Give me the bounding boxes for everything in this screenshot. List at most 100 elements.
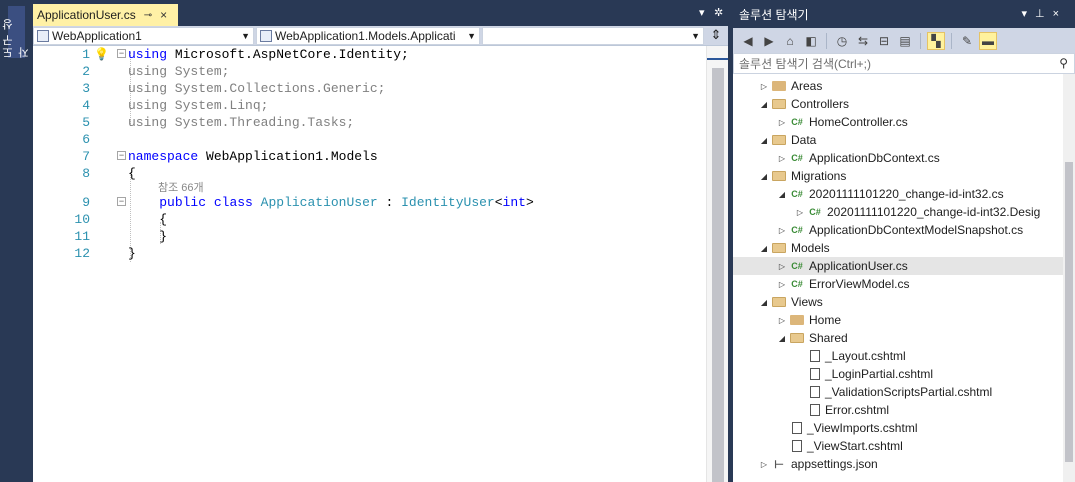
tree-item[interactable]: _ViewStart.cshtml: [733, 437, 1063, 455]
properties-wrench-icon[interactable]: ✎: [958, 32, 976, 50]
tree-item[interactable]: ▷ C# ApplicationDbContextModelSnapshot.cs: [733, 221, 1063, 239]
collapse-icon[interactable]: −: [117, 197, 126, 206]
forward-icon[interactable]: ▶: [760, 32, 778, 50]
tree-item-label: _ValidationScriptsPartial.cshtml: [825, 385, 993, 399]
tree-item[interactable]: ▷ C# ApplicationUser.cs: [733, 257, 1063, 275]
tree-item[interactable]: _LoginPartial.cshtml: [733, 365, 1063, 383]
tree-item-label: ApplicationUser.cs: [809, 259, 908, 273]
tree-item[interactable]: ◢ Data: [733, 131, 1063, 149]
tree-item[interactable]: ◢ Controllers: [733, 95, 1063, 113]
expanded-arrow-icon[interactable]: ◢: [759, 244, 769, 253]
chevron-down-icon: ▼: [467, 31, 476, 41]
tree-item[interactable]: ▷ C# ErrorViewModel.cs: [733, 275, 1063, 293]
home-icon[interactable]: ⌂: [781, 32, 799, 50]
dropdown-icon[interactable]: ▾: [1021, 8, 1035, 20]
tree-item-label: Controllers: [791, 97, 850, 111]
collapsed-arrow-icon[interactable]: ▷: [759, 82, 769, 91]
tree-item[interactable]: ◢ Models: [733, 239, 1063, 257]
tree-item[interactable]: ▷ Home: [733, 311, 1063, 329]
pin-icon[interactable]: ⊸: [144, 10, 152, 21]
sync-icon[interactable]: ⇆: [854, 32, 872, 50]
toolbox-tab[interactable]: 도구 상자: [3, 6, 31, 58]
tree-item[interactable]: ▷ C# HomeController.cs: [733, 113, 1063, 131]
scrollbar-thumb[interactable]: [712, 68, 724, 482]
tree-item-label: appsettings.json: [791, 457, 878, 471]
class-dropdown[interactable]: WebApplication1.Models.Applicati ▼: [256, 27, 480, 45]
tree-item-label: Shared: [809, 331, 848, 345]
tree-item[interactable]: ◢ Views: [733, 293, 1063, 311]
tree-item[interactable]: ▷ Areas: [733, 77, 1063, 95]
tree-scrollbar[interactable]: [1063, 74, 1075, 482]
project-name: WebApplication1: [52, 29, 142, 43]
document-tab-row: ApplicationUser.cs ⊸ × ▾ ✲: [33, 0, 728, 26]
close-icon[interactable]: ×: [160, 8, 167, 22]
json-file-icon: ⊢: [774, 458, 784, 471]
tree-item-label: HomeController.cs: [809, 115, 908, 129]
tree-item-label: ApplicationDbContext.cs: [809, 151, 940, 165]
collapsed-arrow-icon[interactable]: ▷: [759, 460, 769, 469]
tree-item[interactable]: Error.cshtml: [733, 401, 1063, 419]
tree-item-label: _ViewStart.cshtml: [807, 439, 903, 453]
pin-icon[interactable]: ⊥: [1035, 8, 1053, 20]
split-window-icon[interactable]: ⇕: [706, 27, 726, 45]
tree-item[interactable]: ◢ C# 20201111101220_change-id-int32.cs: [733, 185, 1063, 203]
preview-selected-icon[interactable]: ▚: [927, 31, 945, 50]
project-dropdown[interactable]: WebApplication1 ▼: [33, 27, 254, 45]
line-number: 10: [74, 212, 90, 227]
back-icon[interactable]: ◀: [739, 32, 757, 50]
collapsed-arrow-icon[interactable]: ▷: [777, 118, 787, 127]
show-all-files-icon[interactable]: ▤: [896, 32, 914, 50]
collapsed-arrow-icon[interactable]: ▷: [777, 154, 787, 163]
collapsed-arrow-icon[interactable]: ▷: [777, 262, 787, 271]
expanded-arrow-icon[interactable]: ◢: [759, 100, 769, 109]
csharp-project-icon: [37, 30, 49, 42]
search-icon[interactable]: ⚲: [1059, 56, 1068, 70]
expanded-arrow-icon[interactable]: ◢: [759, 298, 769, 307]
csharp-file-icon: C#: [791, 189, 803, 199]
collapsed-arrow-icon[interactable]: ▷: [777, 226, 787, 235]
pending-changes-filter-icon[interactable]: ◷: [833, 32, 851, 50]
lightbulb-icon[interactable]: 💡: [94, 47, 109, 61]
collapse-icon[interactable]: −: [117, 151, 126, 160]
tree-item-label: _ViewImports.cshtml: [807, 421, 918, 435]
scrollbar-thumb[interactable]: [1065, 162, 1073, 462]
vertical-scrollbar[interactable]: [706, 46, 729, 482]
solution-explorer: 솔루션 탐색기 ▾⊥× ◀ ▶ ⌂ ◧ ◷ ⇆ ⊟ ▤ ▚ ✎ ▬ 솔루션 탐색…: [733, 0, 1075, 482]
tree-item[interactable]: _Layout.cshtml: [733, 347, 1063, 365]
collapse-icon[interactable]: −: [117, 49, 126, 58]
tree-item[interactable]: ▷ ⊢ appsettings.json: [733, 455, 1063, 473]
tree-item-label: Areas: [791, 79, 823, 93]
tab-applicationuser-cs[interactable]: ApplicationUser.cs ⊸ ×: [33, 4, 178, 26]
solution-search-input[interactable]: 솔루션 탐색기 검색(Ctrl+;) ⚲: [733, 53, 1075, 74]
collapsed-arrow-icon[interactable]: ▷: [777, 316, 787, 325]
csharp-file-icon: C#: [791, 225, 803, 235]
tree-item[interactable]: _ValidationScriptsPartial.cshtml: [733, 383, 1063, 401]
member-dropdown[interactable]: ▼: [482, 27, 704, 45]
expanded-arrow-icon[interactable]: ◢: [777, 190, 787, 199]
expanded-arrow-icon[interactable]: ◢: [759, 172, 769, 181]
close-icon[interactable]: ×: [1053, 8, 1067, 20]
switch-views-icon[interactable]: ◧: [802, 32, 820, 50]
type-name: ApplicationUser: [260, 195, 378, 210]
line-number: 5: [82, 115, 90, 130]
tab-title: ApplicationUser.cs: [37, 8, 136, 22]
tree-item[interactable]: ◢ Shared: [733, 329, 1063, 347]
tree-item[interactable]: ▷ C# 20201111101220_change-id-int32.Desig: [733, 203, 1063, 221]
tree-item-label: ApplicationDbContextModelSnapshot.cs: [809, 223, 1024, 237]
code-text: using System;: [128, 64, 230, 79]
tab-list-dropdown-icon[interactable]: ▾: [699, 6, 705, 19]
expanded-arrow-icon[interactable]: ◢: [777, 334, 787, 343]
tree-item[interactable]: ◢ Migrations: [733, 167, 1063, 185]
collapsed-arrow-icon[interactable]: ▷: [795, 208, 805, 217]
line-number: 9: [82, 195, 90, 210]
code-area[interactable]: 1 💡 − using Microsoft.AspNetCore.Identit…: [33, 46, 729, 482]
folder-open-icon: [772, 99, 786, 109]
settings-icon[interactable]: ✲: [714, 6, 723, 19]
collapse-all-icon[interactable]: ⊟: [875, 32, 893, 50]
tree-item[interactable]: ▷ C# ApplicationDbContext.cs: [733, 149, 1063, 167]
keyword: int: [502, 195, 526, 210]
tree-item[interactable]: _ViewImports.cshtml: [733, 419, 1063, 437]
preview-toggle-icon[interactable]: ▬: [979, 31, 997, 50]
expanded-arrow-icon[interactable]: ◢: [759, 136, 769, 145]
collapsed-arrow-icon[interactable]: ▷: [777, 280, 787, 289]
